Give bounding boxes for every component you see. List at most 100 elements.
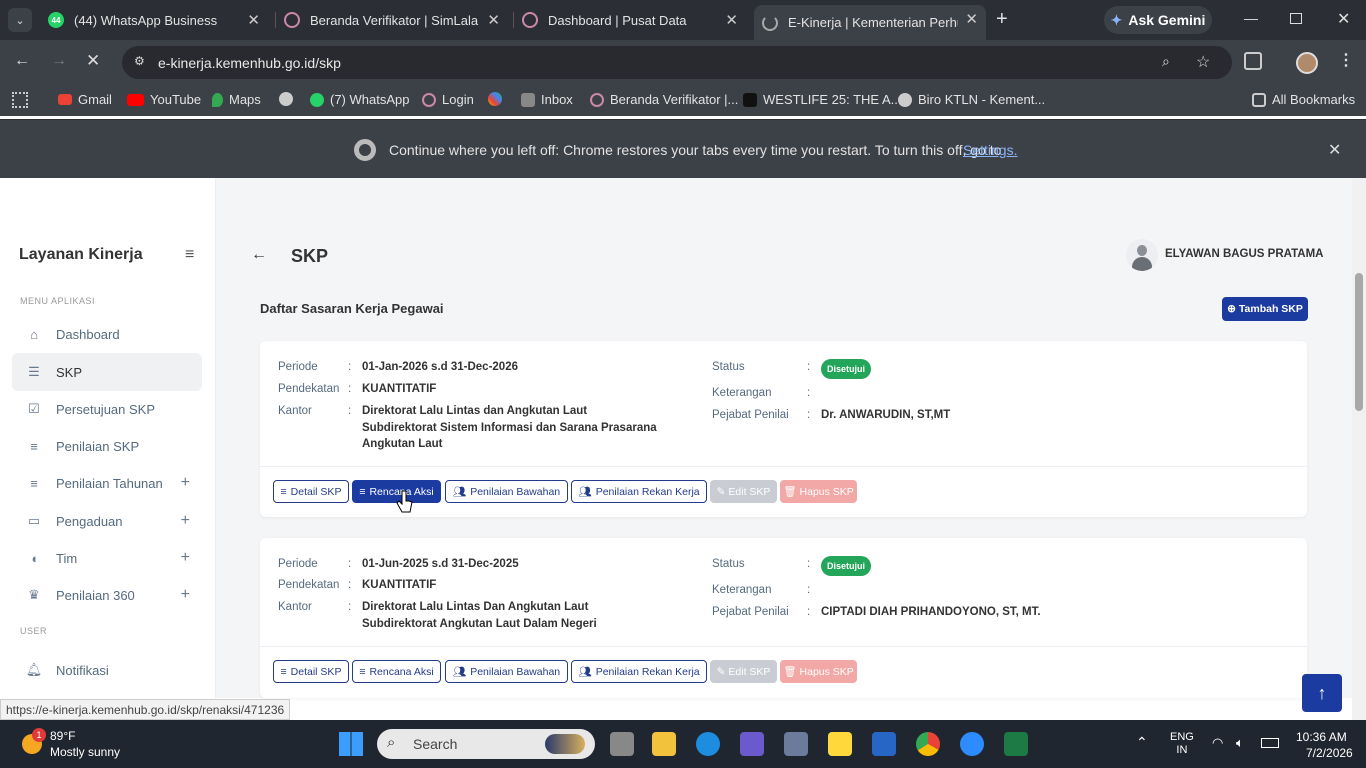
- remote-icon[interactable]: [872, 732, 896, 756]
- users-icon: 👥︎: [452, 666, 467, 678]
- edit-skp-button[interactable]: ✎ Edit SKP: [710, 480, 777, 503]
- back-icon[interactable]: ←: [14, 52, 30, 70]
- file-explorer-icon[interactable]: [652, 732, 676, 756]
- back-arrow-icon[interactable]: ←: [251, 246, 267, 264]
- detail-skp-button[interactable]: ≡ Detail SKP: [273, 660, 349, 683]
- bookmark-gmail[interactable]: Gmail: [58, 92, 112, 107]
- battery-icon[interactable]: [1261, 738, 1279, 748]
- profile-avatar[interactable]: [1296, 52, 1318, 74]
- wifi-icon[interactable]: ◠: [1212, 735, 1223, 751]
- sidebar-item-penilaian-360[interactable]: ♛ Penilaian 360 +: [12, 576, 202, 614]
- address-bar[interactable]: ⚙ e-kinerja.kemenhub.go.id/skp ⌕ ☆: [122, 46, 1232, 79]
- inbox-icon: [521, 92, 535, 107]
- extensions-icon[interactable]: [1244, 52, 1262, 70]
- penilaian-bawahan-button[interactable]: 👥︎ Penilaian Bawahan: [445, 660, 568, 683]
- scrollbar-thumb[interactable]: [1355, 273, 1363, 411]
- tray-chevron-icon[interactable]: ⌃: [1136, 734, 1148, 751]
- volume-icon[interactable]: 🔈︎: [1236, 735, 1244, 751]
- penilaian-rekan-kerja-button[interactable]: 👥︎ Penilaian Rekan Kerja: [571, 660, 707, 683]
- bookmark-inbox[interactable]: Inbox: [521, 92, 573, 107]
- chrome-icon: [354, 139, 376, 161]
- forward-icon[interactable]: →: [51, 52, 67, 70]
- whatsapp-icon: 44: [48, 12, 64, 28]
- new-tab-button[interactable]: +: [996, 8, 1008, 31]
- weather-widget[interactable]: 1 89°F Mostly sunny: [18, 726, 128, 762]
- list-icon: ≡: [280, 665, 287, 678]
- penilaian-rekan-kerja-button[interactable]: 👥︎ Penilaian Rekan Kerja: [571, 480, 707, 503]
- clock-time[interactable]: 10:36 AM: [1296, 730, 1347, 744]
- scroll-top-button[interactable]: ↑: [1302, 674, 1342, 712]
- status-label: Status: [712, 558, 745, 570]
- bookmark-verifikator[interactable]: Beranda Verifikator |...: [590, 92, 738, 107]
- sidebar-item-skp[interactable]: ☰ SKP: [12, 353, 202, 391]
- user-name[interactable]: ELYAWAN BAGUS PRATAMA: [1165, 248, 1323, 260]
- url-text[interactable]: e-kinerja.kemenhub.go.id/skp: [158, 55, 341, 71]
- bookmark-photos[interactable]: [488, 92, 508, 106]
- periode-label: Periode: [278, 558, 318, 570]
- penilaian-bawahan-button[interactable]: 👥︎ Penilaian Bawahan: [445, 480, 568, 503]
- bookmark-westlife[interactable]: WESTLIFE 25: THE A...: [743, 92, 901, 107]
- settings-link[interactable]: Settings.: [963, 142, 1017, 158]
- bookmark-globe[interactable]: [279, 92, 299, 106]
- tab-simlala[interactable]: Beranda Verifikator | SimLala ✕: [284, 6, 508, 34]
- app-icon[interactable]: [740, 732, 764, 756]
- excel-icon[interactable]: [1004, 732, 1028, 756]
- restore-window-button[interactable]: [1290, 13, 1302, 24]
- edge-icon[interactable]: [696, 732, 720, 756]
- expand-icon[interactable]: +: [181, 549, 190, 567]
- expand-icon[interactable]: +: [181, 512, 190, 530]
- close-icon[interactable]: ✕: [725, 11, 738, 29]
- sticky-notes-icon[interactable]: [828, 732, 852, 756]
- bookmark-biro-ktln[interactable]: Biro KTLN - Kement...: [898, 92, 1045, 107]
- chrome-taskbar-icon[interactable]: [916, 732, 940, 756]
- star-icon[interactable]: ☆: [1196, 52, 1210, 72]
- expand-icon[interactable]: +: [181, 586, 190, 604]
- sidebar-item-tim[interactable]: ◖ Tim +: [12, 539, 202, 577]
- page-scrollbar[interactable]: [1352, 178, 1366, 720]
- camera-icon[interactable]: [784, 732, 808, 756]
- task-view-icon[interactable]: [610, 732, 634, 756]
- menu-icon[interactable]: ⋮: [1338, 50, 1354, 70]
- bookmark-whatsapp[interactable]: (7) WhatsApp: [310, 92, 409, 107]
- hapus-skp-button[interactable]: 🗑︎ Hapus SKP: [780, 480, 857, 503]
- sidebar-item-dashboard[interactable]: ⌂ Dashboard: [12, 315, 202, 353]
- close-icon[interactable]: ✕: [247, 11, 260, 29]
- detail-skp-button[interactable]: ≡ Detail SKP: [273, 480, 349, 503]
- sidebar-item-penilaian-tahunan[interactable]: ≡ Penilaian Tahunan +: [12, 464, 202, 502]
- site-info-icon[interactable]: ⚙: [134, 54, 145, 68]
- sidebar-item-penilaian-skp[interactable]: ≡ Penilaian SKP: [12, 427, 202, 465]
- user-avatar[interactable]: [1126, 239, 1158, 271]
- close-window-button[interactable]: ✕: [1337, 9, 1350, 29]
- zoom-icon[interactable]: ⌕: [1162, 53, 1170, 70]
- bookmark-maps[interactable]: Maps: [212, 92, 261, 107]
- windows-start-icon[interactable]: [339, 732, 363, 756]
- taskbar-search[interactable]: ⌕ Search: [377, 729, 595, 759]
- ask-gemini-button[interactable]: ✦ Ask Gemini: [1104, 6, 1212, 34]
- expand-icon[interactable]: +: [181, 474, 190, 492]
- zoom-app-icon[interactable]: [960, 732, 984, 756]
- hamburger-icon[interactable]: ≡: [185, 246, 194, 264]
- close-icon[interactable]: ✕: [487, 11, 500, 29]
- clock-date[interactable]: 7/2/2026: [1306, 746, 1353, 760]
- hapus-skp-button[interactable]: 🗑︎ Hapus SKP: [780, 660, 857, 683]
- tab-whatsapp[interactable]: 44 (44) WhatsApp Business ✕: [44, 6, 268, 34]
- tab-label: Beranda Verifikator | SimLala: [310, 12, 479, 28]
- sidebar-item-persetujuan-skp[interactable]: ☑ Persetujuan SKP: [12, 390, 202, 428]
- tab-ekinerja[interactable]: E-Kinerja | Kementerian Perhub ✕: [754, 5, 986, 40]
- sidebar-item-pengaduan[interactable]: ▭ Pengaduan +: [12, 502, 202, 540]
- close-banner-icon[interactable]: ✕: [1328, 140, 1341, 160]
- lang-indicator[interactable]: ENG IN: [1170, 731, 1194, 757]
- add-skp-button[interactable]: ⊕ Tambah SKP: [1222, 297, 1308, 321]
- close-icon[interactable]: ✕: [965, 10, 978, 28]
- stop-icon[interactable]: ✕: [86, 51, 100, 71]
- tab-pusat-data[interactable]: Dashboard | Pusat Data ✕: [522, 6, 746, 34]
- bookmark-youtube[interactable]: YouTube: [127, 92, 201, 107]
- tab-search-button[interactable]: ⌄: [8, 8, 32, 32]
- bookmark-login[interactable]: Login: [422, 92, 474, 107]
- minimize-button[interactable]: —: [1244, 10, 1258, 26]
- edit-skp-button[interactable]: ✎ Edit SKP: [710, 660, 777, 683]
- sidebar-item-notifikasi[interactable]: 🔔︎ Notifikasi: [12, 651, 202, 689]
- apps-icon[interactable]: [12, 92, 28, 108]
- rencana-aksi-button[interactable]: ≡ Rencana Aksi: [352, 660, 441, 683]
- bookmark-all[interactable]: All Bookmarks: [1252, 92, 1355, 107]
